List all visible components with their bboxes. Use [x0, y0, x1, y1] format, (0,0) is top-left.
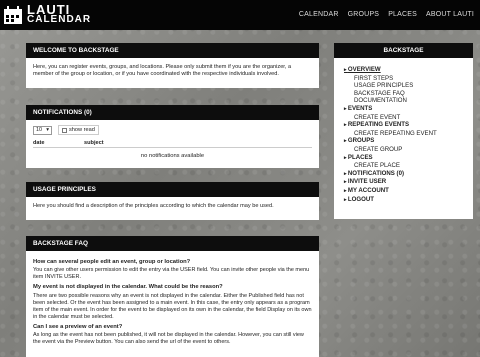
column-date[interactable]: date — [33, 140, 84, 146]
sidebar-item-create-group[interactable]: CREATE GROUP — [344, 146, 463, 154]
show-read-label: show read — [69, 127, 95, 133]
sidebar-item-first-steps[interactable]: FIRST STEPS — [344, 75, 463, 83]
sidebar-item-places[interactable]: PLACES — [344, 154, 463, 163]
table-header: date subject — [33, 140, 312, 148]
logo[interactable]: LAUTI CALENDAR — [3, 3, 92, 25]
notifications-card: NOTIFICATIONS (0) 10 ▾ show read date su… — [26, 105, 319, 168]
nav-places[interactable]: PLACES — [388, 11, 417, 18]
usage-text: Here you should find a description of th… — [33, 203, 274, 209]
sidebar-item-notifications-0[interactable]: NOTIFICATIONS (0) — [344, 170, 463, 179]
faq-title: BACKSTAGE FAQ — [26, 236, 319, 251]
faq-question: Can I see a preview of an event? — [33, 323, 123, 330]
sidebar-item-create-place[interactable]: CREATE PLACE — [344, 162, 463, 170]
usage-principles-card: USAGE PRINCIPLES Here you should find a … — [26, 182, 319, 220]
faq-card: BACKSTAGE FAQ How can several people edi… — [26, 236, 319, 357]
calendar-logo-icon — [4, 6, 22, 24]
faq-answer: There are two possible reasons why an ev… — [33, 292, 312, 320]
sidebar-item-documentation[interactable]: DOCUMENTATION — [344, 97, 463, 105]
page-size-select[interactable]: 10 ▾ — [33, 125, 52, 135]
sidebar-item-repeating-events[interactable]: REPEATING EVENTS — [344, 121, 463, 130]
welcome-title: WELCOME TO BACKSTAGE — [26, 43, 319, 58]
top-navigation-bar: LAUTI CALENDAR CALENDAR GROUPS PLACES AB… — [0, 0, 480, 30]
sidebar-menu: OVERVIEWFIRST STEPSUSAGE PRINCIPLESBACKS… — [334, 58, 473, 212]
nav-calendar[interactable]: CALENDAR — [299, 11, 339, 18]
nav-about[interactable]: ABOUT LAUTI — [426, 11, 474, 18]
sidebar-item-create-repeating-event[interactable]: CREATE REPEATING EVENT — [344, 130, 463, 138]
welcome-card: WELCOME TO BACKSTAGE Here, you can regis… — [26, 43, 319, 88]
faq-answer: You can give other users permission to e… — [33, 267, 310, 281]
column-subject[interactable]: subject — [84, 140, 104, 146]
welcome-text: Here, you can register events, groups, a… — [33, 64, 292, 78]
chevron-down-icon: ▾ — [46, 127, 49, 133]
sidebar-item-groups[interactable]: GROUPS — [344, 137, 463, 146]
empty-state: no notifications available — [140, 153, 205, 159]
sidebar-item-create-event[interactable]: CREATE EVENT — [344, 114, 463, 122]
sidebar-item-events[interactable]: EVENTS — [344, 105, 463, 114]
sidebar-item-overview[interactable]: OVERVIEW — [344, 66, 463, 75]
faq-question: My event is not displayed in the calenda… — [33, 284, 223, 291]
show-read-checkbox[interactable] — [62, 127, 67, 133]
brand-subtitle: CALENDAR — [27, 14, 92, 25]
notifications-title: NOTIFICATIONS (0) — [26, 105, 319, 120]
sidebar-title: BACKSTAGE — [334, 43, 473, 58]
main-nav: CALENDAR GROUPS PLACES ABOUT LAUTI — [299, 11, 474, 18]
backstage-sidebar: BACKSTAGE OVERVIEWFIRST STEPSUSAGE PRINC… — [334, 43, 473, 219]
sidebar-item-logout[interactable]: LOGOUT — [344, 196, 463, 205]
faq-answer: As long as the event has not been publis… — [33, 332, 304, 346]
sidebar-item-usage-principles[interactable]: USAGE PRINCIPLES — [344, 82, 463, 90]
sidebar-item-my-account[interactable]: MY ACCOUNT — [344, 187, 463, 196]
sidebar-item-backstage-faq[interactable]: BACKSTAGE FAQ — [344, 90, 463, 98]
usage-title: USAGE PRINCIPLES — [26, 182, 319, 197]
faq-question: How can several people edit an event, gr… — [33, 259, 191, 265]
sidebar-item-invite-user[interactable]: INVITE USER — [344, 178, 463, 187]
nav-groups[interactable]: GROUPS — [348, 11, 380, 18]
notifications-table: date subject no notifications available — [33, 140, 312, 159]
page-size-value: 10 — [36, 127, 42, 133]
show-read-toggle[interactable]: show read — [58, 125, 99, 135]
